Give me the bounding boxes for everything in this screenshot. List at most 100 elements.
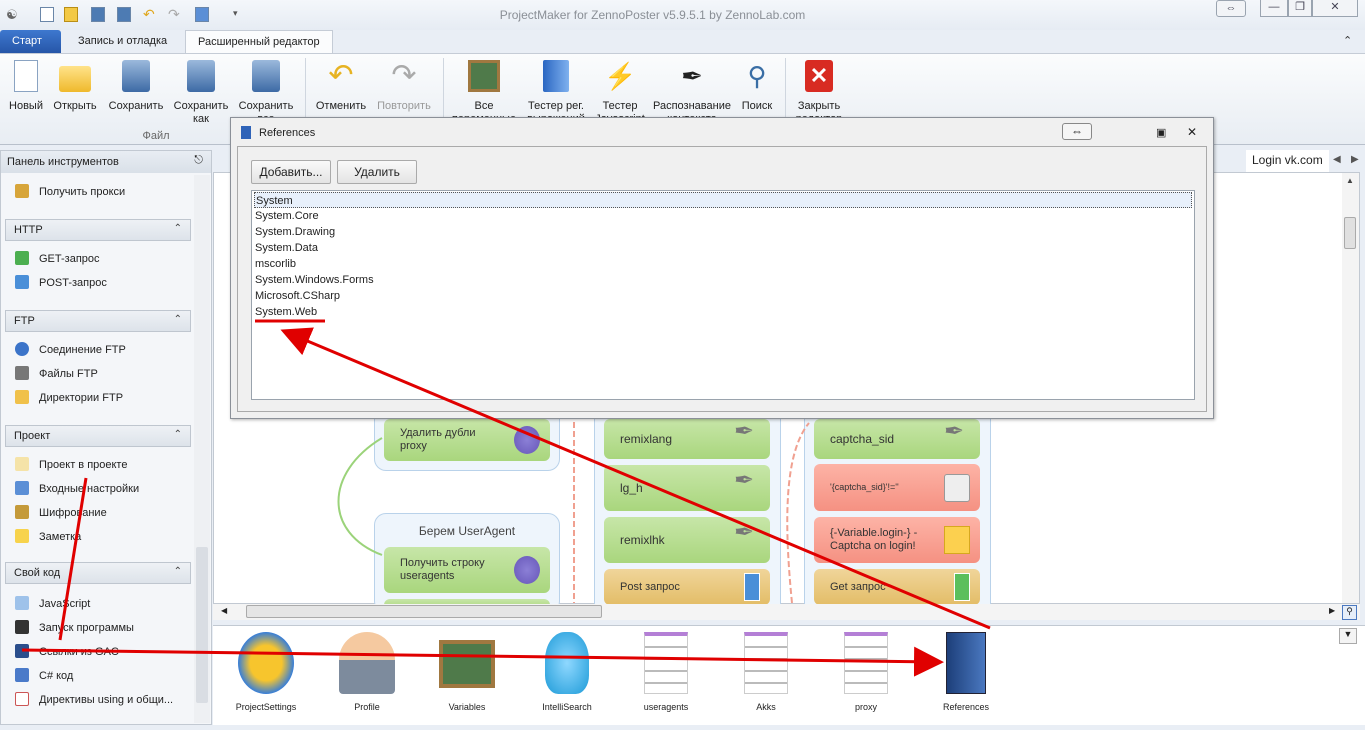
resource-variables[interactable]: Variables bbox=[422, 632, 512, 712]
collapse-ribbon-icon[interactable]: ⌃ bbox=[1343, 34, 1352, 47]
section-title: FTP bbox=[14, 315, 35, 327]
folder-icon bbox=[59, 66, 91, 92]
ribbon-tabs: Старт Запись и отладка Расширенный редак… bbox=[0, 30, 1365, 54]
item-label: Получить прокси bbox=[39, 186, 126, 198]
settings-icon bbox=[15, 481, 29, 495]
canvas-vscrollbar[interactable]: ▲ bbox=[1342, 173, 1359, 603]
pen-palette-icon: ✒ bbox=[681, 61, 703, 91]
resource-useragents[interactable]: useragents bbox=[621, 632, 711, 712]
toolbox-item-run-program[interactable]: Запуск программы bbox=[15, 619, 134, 637]
toolbox-item-note[interactable]: Заметка bbox=[15, 528, 81, 546]
user-icon bbox=[339, 632, 395, 694]
reference-item[interactable]: System.Data bbox=[254, 240, 1192, 256]
toolbox-item-encryption[interactable]: Шифрование bbox=[15, 504, 107, 522]
resource-intellisearch[interactable]: IntelliSearch bbox=[522, 632, 612, 712]
toolbox-item-post[interactable]: POST-запрос bbox=[15, 274, 107, 292]
tab-login-vk[interactable]: Login vk.com bbox=[1246, 150, 1329, 172]
collapse-icon[interactable]: ⌃ bbox=[174, 314, 182, 325]
zoom-icon[interactable]: ⚲ bbox=[1342, 605, 1357, 620]
tab-scroll-left-icon[interactable]: ◀ bbox=[1333, 154, 1341, 165]
search-label: Поиск bbox=[741, 100, 773, 112]
toolbox-item-csharp[interactable]: C# код bbox=[15, 667, 73, 685]
minimize-button[interactable]: — bbox=[1260, 0, 1288, 17]
dialog-close-button[interactable]: ✕ bbox=[1187, 125, 1197, 139]
file-icon bbox=[15, 366, 29, 380]
item-label: Проект в проекте bbox=[39, 459, 128, 471]
reference-item[interactable]: System.Web bbox=[254, 304, 1192, 320]
toolbox-item-get-proxy[interactable]: Получить прокси bbox=[15, 183, 125, 201]
search-button[interactable]: ⚲ Поиск bbox=[737, 60, 777, 113]
redo-label: Повторить bbox=[377, 100, 431, 112]
proxy-icon bbox=[15, 184, 29, 198]
resource-label: Variables bbox=[448, 702, 486, 712]
toolbox-item-input-settings[interactable]: Входные настройки bbox=[15, 480, 139, 498]
toolbox-item-ftp-connect[interactable]: Соединение FTP bbox=[15, 341, 126, 359]
add-reference-button[interactable]: Добавить... bbox=[251, 160, 331, 184]
pin-icon[interactable]: ⎋ bbox=[194, 154, 203, 167]
close-button[interactable]: ✕ bbox=[1312, 0, 1358, 17]
section-project[interactable]: Проект ⌃ bbox=[5, 425, 191, 447]
chalkboard-icon bbox=[468, 60, 500, 92]
reference-item[interactable]: Microsoft.CSharp bbox=[254, 288, 1192, 304]
section-title: Свой код bbox=[14, 567, 61, 579]
item-label: Шифрование bbox=[39, 507, 107, 519]
get-request-icon bbox=[15, 251, 29, 265]
reference-item[interactable]: mscorlib bbox=[254, 256, 1192, 272]
resource-profile[interactable]: Profile bbox=[322, 632, 412, 712]
toolbox-item-gac-references[interactable]: Ссылки из GAC bbox=[15, 643, 119, 661]
file-group-label: Файл bbox=[142, 130, 170, 142]
undo-button[interactable]: ↶ Отменить bbox=[312, 60, 370, 113]
script-icon bbox=[15, 596, 29, 610]
tab-scroll-right-icon[interactable]: ▶ bbox=[1351, 154, 1359, 165]
scroll-thumb[interactable] bbox=[1344, 217, 1356, 249]
save-label: Сохранить bbox=[108, 100, 164, 112]
collapse-icon[interactable]: ⌃ bbox=[174, 223, 182, 234]
canvas-hscrollbar[interactable]: ◀ ▶ bbox=[213, 604, 1360, 620]
scroll-thumb[interactable] bbox=[246, 605, 602, 618]
resource-proxy[interactable]: proxy bbox=[821, 632, 911, 712]
expand-resources-icon[interactable]: ▼ bbox=[1339, 628, 1357, 644]
magnifier-icon: ⚲ bbox=[747, 61, 767, 91]
section-http[interactable]: HTTP ⌃ bbox=[5, 219, 191, 241]
save-as-button[interactable]: Сохранить как bbox=[170, 60, 232, 126]
save-button[interactable]: Сохранить bbox=[106, 60, 166, 113]
section-ftp[interactable]: FTP ⌃ bbox=[5, 310, 191, 332]
tab-record-debug[interactable]: Запись и отладка bbox=[66, 30, 179, 53]
resource-akks[interactable]: Akks bbox=[721, 632, 811, 712]
tab-advanced-editor[interactable]: Расширенный редактор bbox=[185, 30, 333, 54]
references-list[interactable]: System System.Core System.Drawing System… bbox=[251, 190, 1195, 400]
remove-reference-button[interactable]: Удалить bbox=[337, 160, 417, 184]
open-button[interactable]: Открыть bbox=[50, 60, 100, 113]
toolbox-item-ftp-files[interactable]: Файлы FTP bbox=[15, 365, 98, 383]
scroll-thumb[interactable] bbox=[196, 547, 208, 703]
item-label: Ссылки из GAC bbox=[39, 646, 119, 658]
dock-toggle-button[interactable]: ⇔ bbox=[1216, 0, 1246, 17]
resource-references[interactable]: References bbox=[921, 632, 1011, 712]
reference-item[interactable]: System.Core bbox=[254, 208, 1192, 224]
toolbox-item-javascript[interactable]: JavaScript bbox=[15, 595, 90, 613]
toolbox-scrollbar[interactable] bbox=[194, 175, 210, 723]
dock-toggle-button[interactable]: ⇔ bbox=[1062, 123, 1092, 140]
resource-project-settings[interactable]: ProjectSettings bbox=[221, 632, 311, 712]
save-all-button[interactable]: Сохранить все bbox=[235, 60, 297, 118]
collapse-icon[interactable]: ⌃ bbox=[174, 566, 182, 577]
section-custom-code[interactable]: Свой код ⌃ bbox=[5, 562, 191, 584]
reference-item[interactable]: System.Drawing bbox=[254, 224, 1192, 240]
floppy-icon bbox=[122, 60, 150, 92]
collapse-icon[interactable]: ⌃ bbox=[174, 429, 182, 440]
redo-button[interactable]: ↷ Повторить bbox=[372, 60, 436, 113]
new-button[interactable]: Новый bbox=[6, 60, 46, 113]
tab-start[interactable]: Старт bbox=[0, 30, 61, 53]
toolbox-item-get[interactable]: GET-запрос bbox=[15, 250, 100, 268]
toolbox-item-ftp-dirs[interactable]: Директории FTP bbox=[15, 389, 123, 407]
post-request-icon bbox=[15, 275, 29, 289]
toolbox-header: Панель инструментов ⎋ bbox=[1, 151, 211, 173]
toolbox-item-subproject[interactable]: Проект в проекте bbox=[15, 456, 127, 474]
resource-label: IntelliSearch bbox=[542, 702, 592, 712]
toolbox-item-using-directives[interactable]: Директивы using и общи... bbox=[15, 691, 173, 709]
book-icon bbox=[241, 126, 251, 139]
restore-button[interactable]: ▣ bbox=[1156, 126, 1166, 139]
reference-item-selected[interactable]: System bbox=[254, 192, 1192, 208]
maximize-button[interactable]: ❐ bbox=[1288, 0, 1312, 17]
reference-item[interactable]: System.Windows.Forms bbox=[254, 272, 1192, 288]
